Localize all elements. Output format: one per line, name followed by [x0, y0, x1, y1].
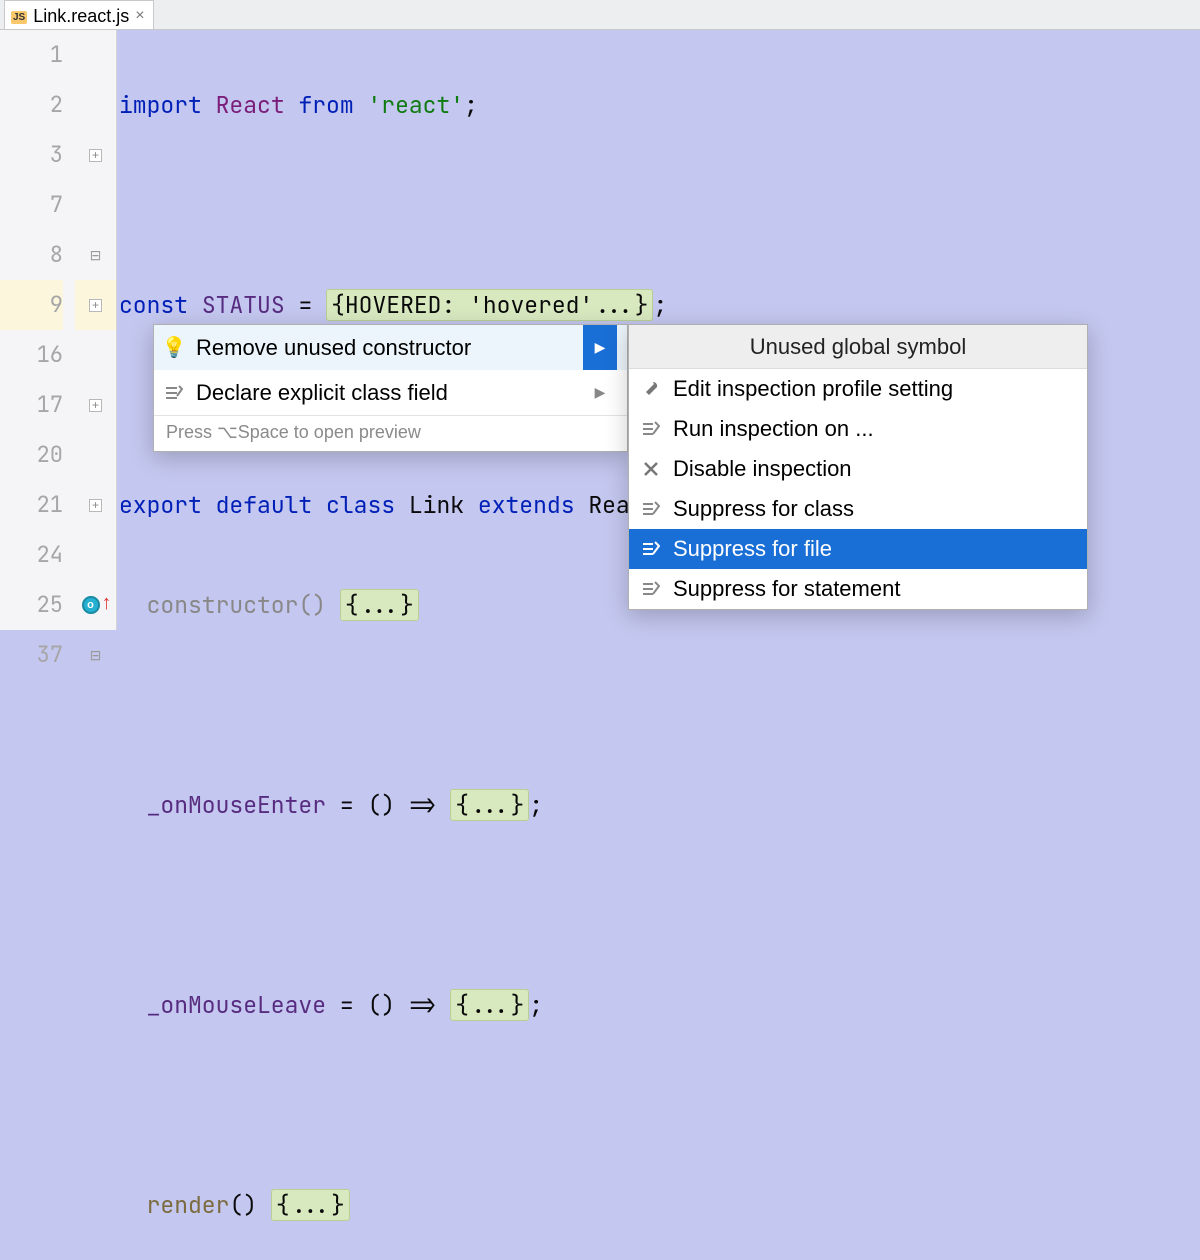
submenu-arrow-icon: ▶ — [583, 325, 617, 370]
submenu-item-edit-inspection-profile[interactable]: Edit inspection profile setting — [629, 369, 1087, 409]
suppress-icon — [164, 383, 184, 403]
folded-region[interactable]: {...} — [271, 1189, 350, 1221]
intention-item-declare-explicit-class-field[interactable]: Declare explicit class field ▶ — [154, 370, 627, 415]
line-number: 7 — [0, 180, 63, 230]
suppress-icon — [641, 579, 661, 599]
submenu-item-disable-inspection[interactable]: Disable inspection — [629, 449, 1087, 489]
close-tab-icon[interactable]: × — [135, 7, 144, 25]
intention-item-remove-unused-constructor[interactable]: 💡 Remove unused constructor ▶ — [154, 325, 627, 370]
suppress-icon — [641, 499, 661, 519]
folded-region[interactable]: {HOVERED: 'hovered'...} — [326, 289, 653, 321]
editor-tab[interactable]: JS Link.react.js × — [4, 0, 154, 29]
intention-submenu-popup: Unused global symbol Edit inspection pro… — [628, 324, 1088, 610]
line-number: 2 — [0, 80, 63, 130]
override-gutter-icon[interactable]: o — [82, 596, 100, 614]
suppress-icon — [641, 419, 661, 439]
submenu-item-label: Run inspection on ... — [673, 416, 874, 442]
fold-expand-icon[interactable]: + — [89, 499, 102, 512]
intention-hint: Press ⌥Space to open preview — [154, 415, 627, 451]
intention-item-label: Remove unused constructor — [196, 335, 471, 361]
fold-close-icon[interactable]: ⊟ — [90, 647, 102, 664]
submenu-item-run-inspection[interactable]: Run inspection on ... — [629, 409, 1087, 449]
fold-expand-icon[interactable]: + — [89, 149, 102, 162]
line-number: 9 — [0, 280, 63, 330]
submenu-header: Unused global symbol — [629, 325, 1087, 369]
folded-region[interactable]: {...} — [450, 989, 529, 1021]
line-number: 17 — [0, 380, 63, 430]
fold-collapse-icon[interactable]: ⊟ — [90, 247, 102, 264]
fold-expand-icon[interactable]: + — [89, 399, 102, 412]
submenu-item-label: Edit inspection profile setting — [673, 376, 953, 402]
tab-filename: Link.react.js — [33, 6, 129, 27]
line-number: 20 — [0, 430, 63, 480]
wrench-icon — [641, 379, 661, 399]
submenu-item-label: Suppress for class — [673, 496, 854, 522]
submenu-item-label: Disable inspection — [673, 456, 852, 482]
submenu-item-suppress-for-class[interactable]: Suppress for class — [629, 489, 1087, 529]
line-number: 1 — [0, 30, 63, 80]
line-number: 21 — [0, 480, 63, 530]
submenu-item-label: Suppress for file — [673, 536, 832, 562]
submenu-item-suppress-for-file[interactable]: Suppress for file — [629, 529, 1087, 569]
line-number-gutter: 1 2 3 7 8 9 16 17 20 21 24 25 37 — [0, 30, 75, 630]
submenu-item-label: Suppress for statement — [673, 576, 900, 602]
line-number: 24 — [0, 530, 63, 580]
line-number: 25 — [0, 580, 63, 630]
override-up-arrow-icon: ↑ — [102, 592, 112, 615]
line-number: 8 — [0, 230, 63, 280]
fold-gutter: + ⊟ + + + o↑ ⊟ — [75, 30, 117, 630]
cross-icon — [641, 459, 661, 479]
line-number: 3 — [0, 130, 63, 180]
folded-region[interactable]: {...} — [450, 789, 529, 821]
line-number: 37 — [0, 630, 63, 680]
tab-bar: JS Link.react.js × — [0, 0, 1200, 30]
fold-expand-icon[interactable]: + — [89, 299, 102, 312]
js-file-icon: JS — [11, 11, 27, 24]
intention-item-label: Declare explicit class field — [196, 380, 448, 406]
intention-actions-popup: 💡 Remove unused constructor ▶ Declare ex… — [153, 324, 628, 452]
line-number: 16 — [0, 330, 63, 380]
suppress-icon — [641, 539, 661, 559]
folded-region[interactable]: {...} — [340, 589, 419, 621]
submenu-item-suppress-for-statement[interactable]: Suppress for statement — [629, 569, 1087, 609]
submenu-arrow-icon: ▶ — [583, 370, 617, 415]
lightbulb-icon: 💡 — [164, 338, 184, 358]
